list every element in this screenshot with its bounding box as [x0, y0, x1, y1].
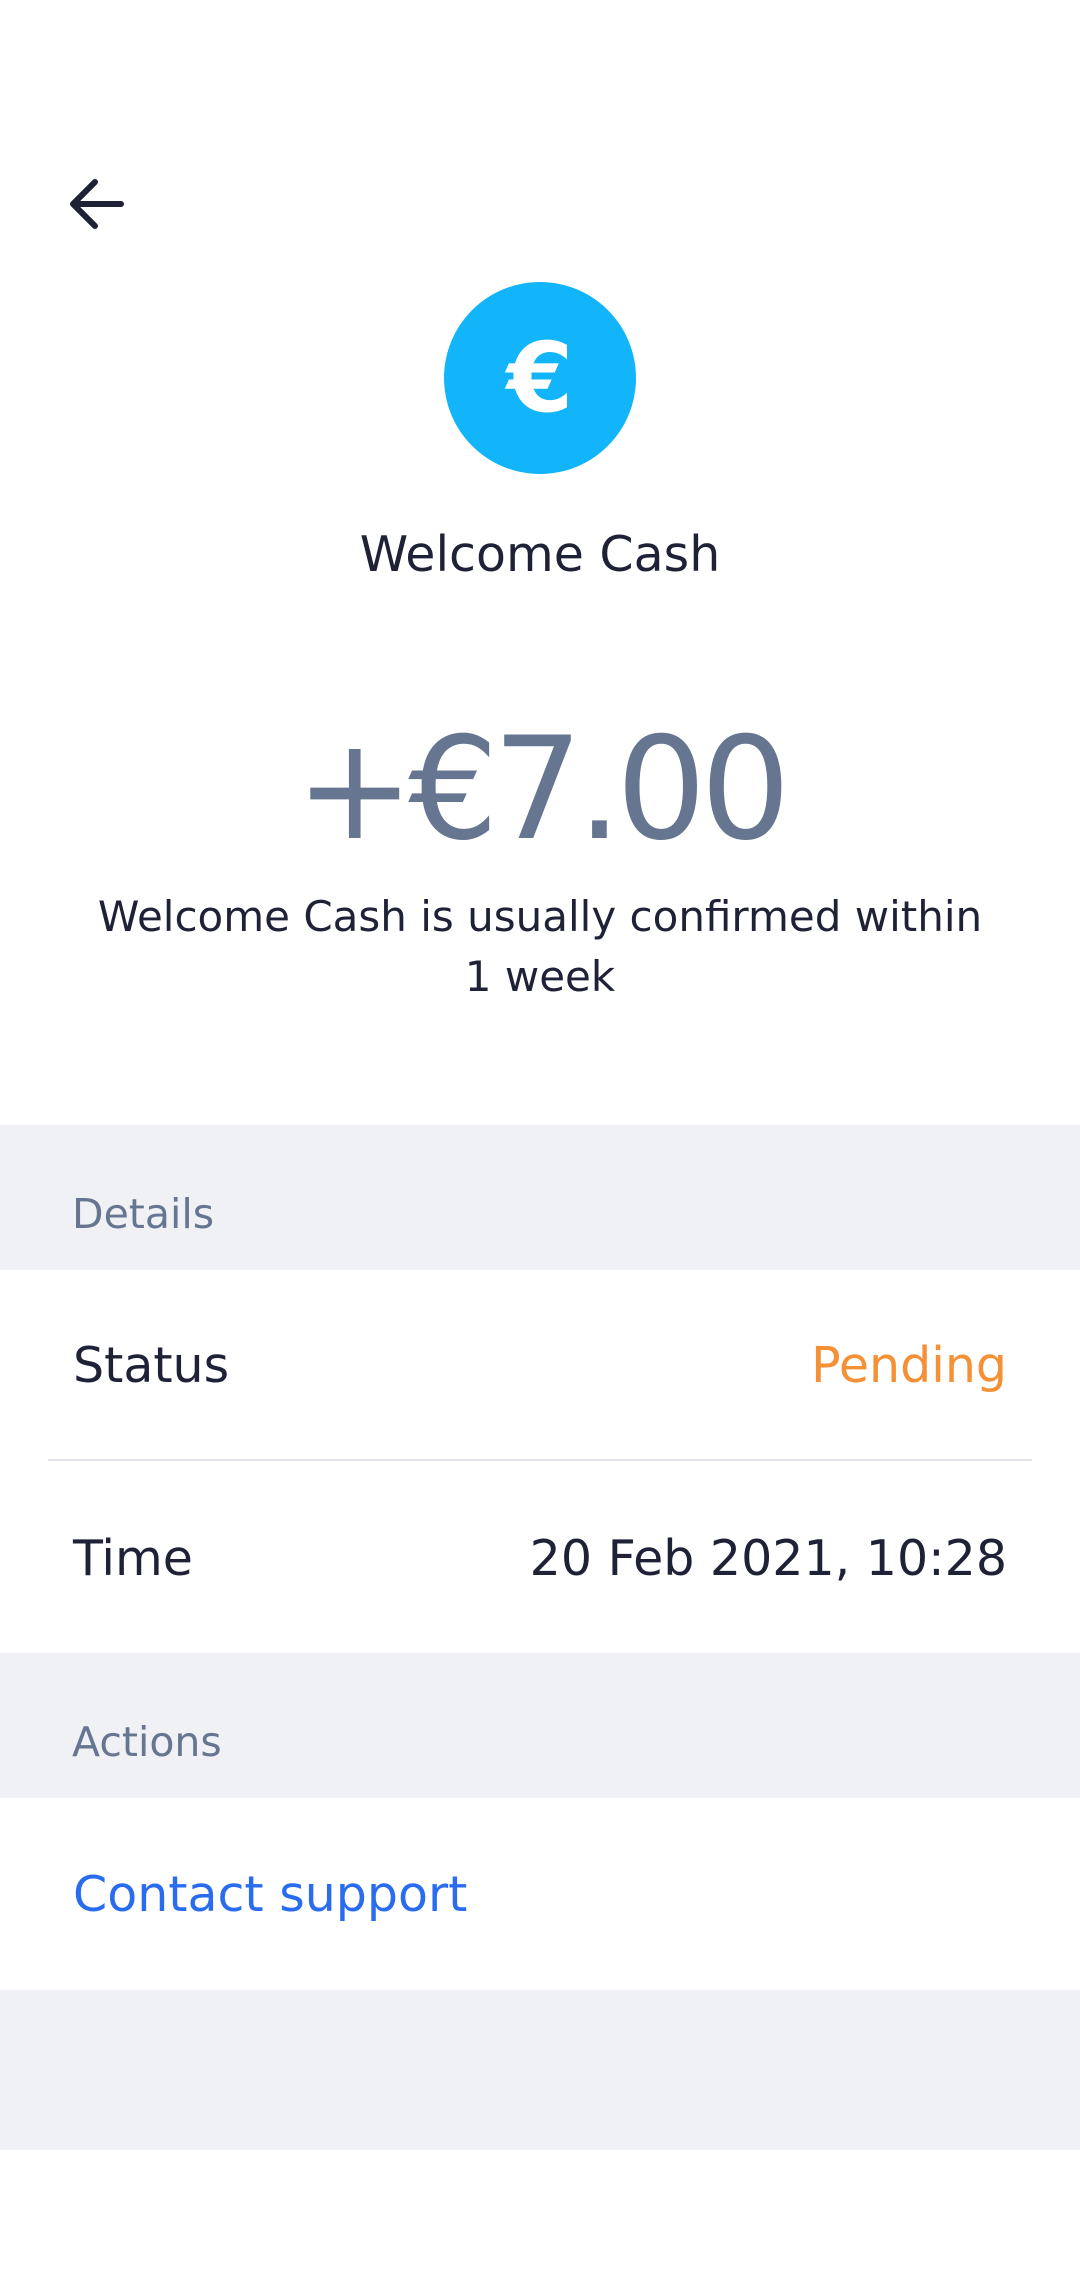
euro-badge: € [444, 282, 636, 474]
transaction-detail-screen: € Welcome Cash +€7.00 Welcome Cash is us… [0, 0, 1080, 2280]
transaction-amount: +€7.00 [295, 707, 791, 872]
row-divider [48, 1459, 1032, 1461]
arrow-left-icon [70, 179, 124, 229]
status-label: Status [73, 1336, 230, 1394]
time-value: 20 Feb 2021, 10:28 [529, 1529, 1007, 1587]
transaction-title: Welcome Cash [359, 526, 721, 583]
euro-icon: € [506, 322, 574, 434]
status-value: Pending [811, 1336, 1007, 1394]
status-row: Status Pending [0, 1270, 1080, 1460]
back-button[interactable] [48, 160, 144, 248]
time-row: Time 20 Feb 2021, 10:28 [0, 1463, 1080, 1653]
actions-header-label: Actions [72, 1718, 222, 1766]
actions-section-header: Actions [0, 1653, 1080, 1798]
details-header-label: Details [72, 1190, 215, 1238]
contact-support-row[interactable]: Contact support [0, 1798, 1080, 1990]
details-section-header: Details [0, 1125, 1080, 1270]
contact-support-link[interactable]: Contact support [73, 1866, 467, 1923]
time-label: Time [73, 1529, 193, 1587]
footer-spacer [0, 1990, 1080, 2150]
confirmation-note: Welcome Cash is usually confirmed within… [97, 892, 983, 1001]
